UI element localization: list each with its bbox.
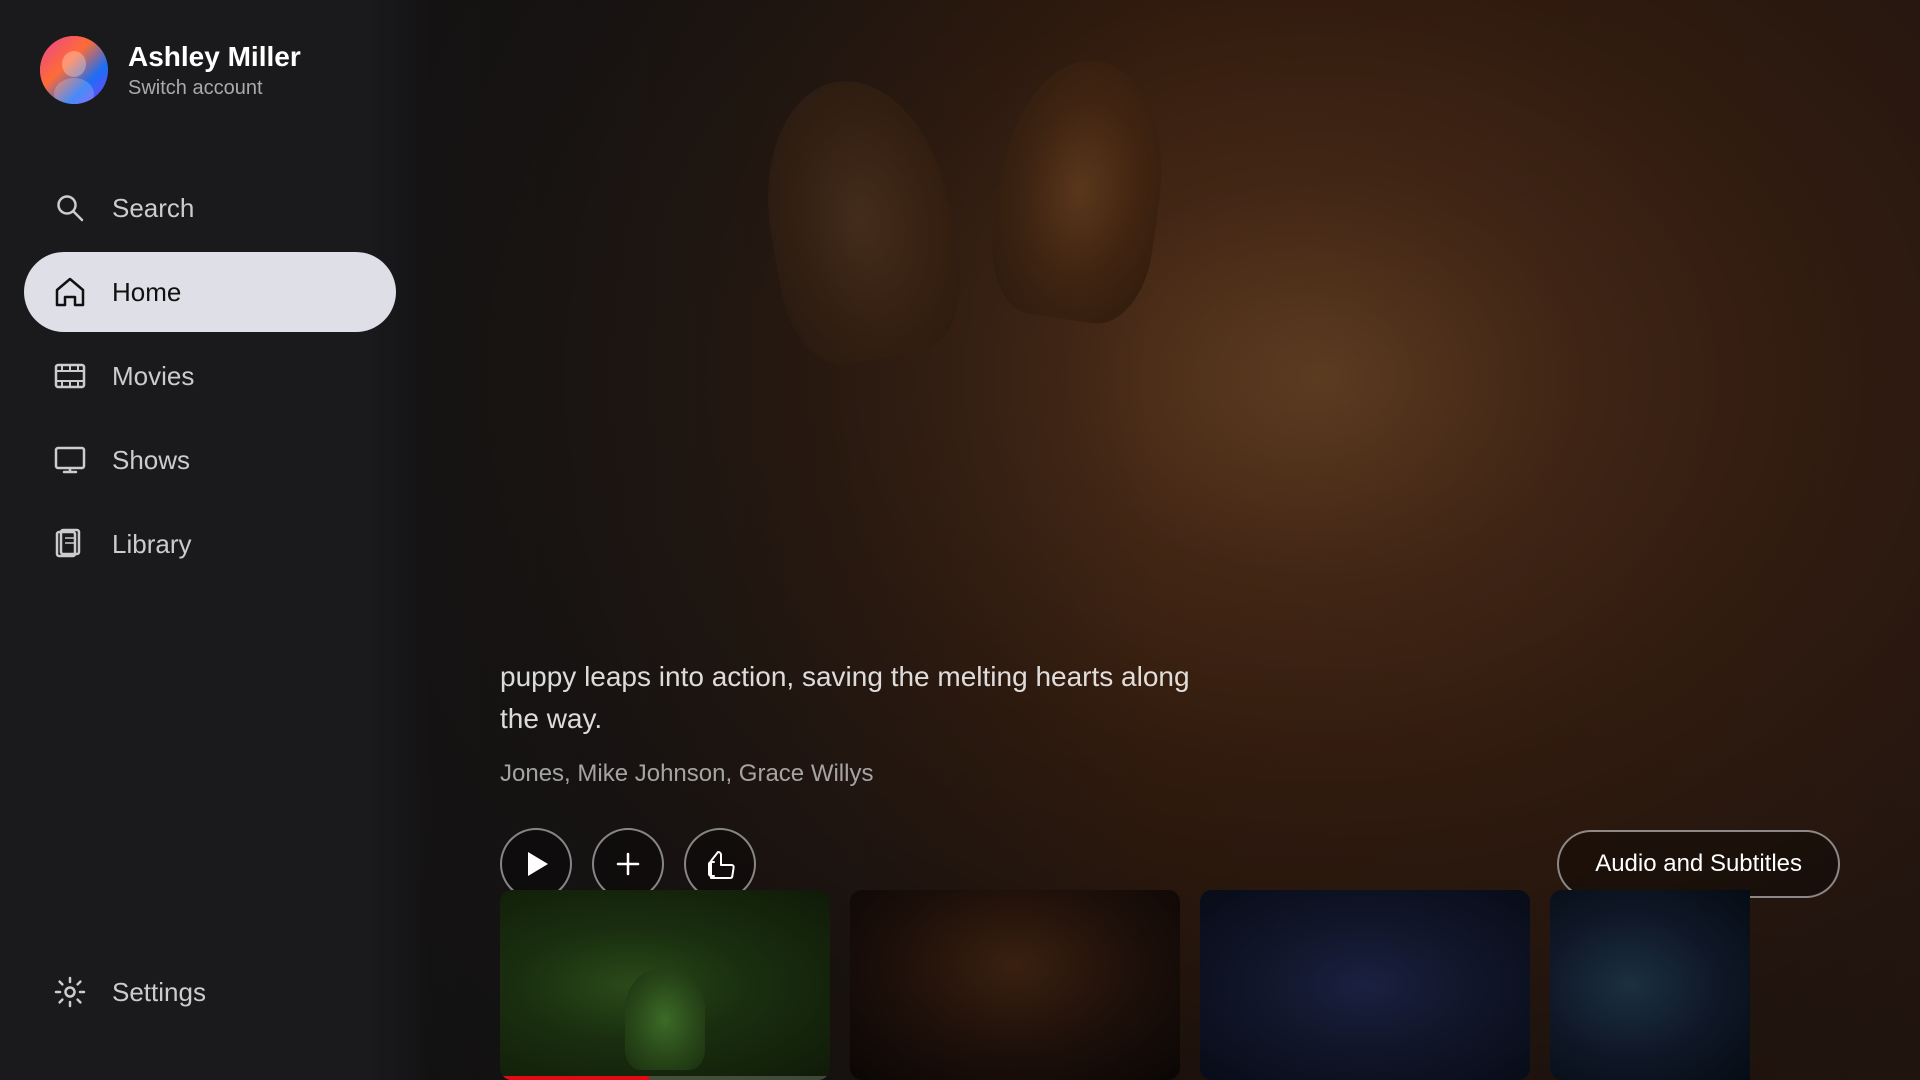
sidebar-item-library[interactable]: Library: [24, 504, 396, 584]
shows-label: Shows: [112, 445, 190, 476]
sidebar-item-home[interactable]: Home: [24, 252, 396, 332]
thumbnail-1[interactable]: [500, 890, 830, 1080]
movies-icon: [52, 358, 88, 394]
user-profile[interactable]: Ashley Miller Switch account: [24, 0, 396, 144]
sidebar-item-search[interactable]: Search: [24, 168, 396, 248]
library-icon: [52, 526, 88, 562]
user-name: Ashley Miller: [128, 40, 301, 74]
thumbnail-3[interactable]: [1200, 890, 1530, 1080]
thumbnail-2[interactable]: [850, 890, 1180, 1080]
thumbnails-row: [420, 850, 1920, 1080]
user-info: Ashley Miller Switch account: [128, 40, 301, 101]
avatar: [40, 36, 108, 104]
movies-label: Movies: [112, 361, 194, 392]
shows-icon: [52, 442, 88, 478]
progress-bar-container-1: [500, 1076, 830, 1080]
home-icon: [52, 274, 88, 310]
sidebar-item-movies[interactable]: Movies: [24, 336, 396, 416]
nav-section: Search Home: [24, 168, 396, 1080]
search-label: Search: [112, 193, 194, 224]
hero-description: puppy leaps into action, saving the melt…: [500, 656, 1200, 740]
switch-account-label[interactable]: Switch account: [128, 77, 301, 100]
hero-cast: Jones, Mike Johnson, Grace Willys: [500, 760, 1840, 788]
thumbnail-partial[interactable]: [1550, 890, 1750, 1080]
library-label: Library: [112, 529, 191, 560]
search-icon: [52, 190, 88, 226]
settings-label: Settings: [112, 977, 206, 1008]
nav-spacer: [24, 588, 396, 948]
progress-bar-fill-1: [500, 1076, 649, 1080]
sidebar-item-shows[interactable]: Shows: [24, 420, 396, 500]
sidebar-item-settings[interactable]: Settings: [24, 952, 396, 1032]
settings-icon: [52, 974, 88, 1010]
sidebar: Ashley Miller Switch account Search Home: [0, 0, 420, 1080]
home-label: Home: [112, 277, 181, 308]
